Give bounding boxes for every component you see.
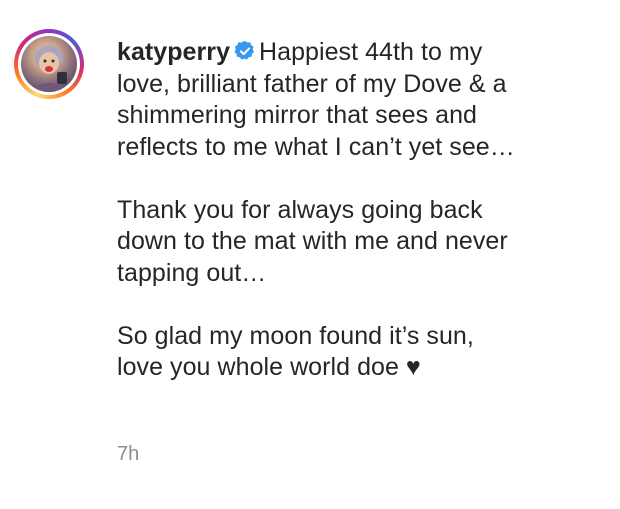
caption: katyperry Happiest 44th to my love, brill… [117,37,597,384]
avatar-story-ring[interactable] [14,29,84,99]
caption-paragraph-2: Thank you for always going back down to … [117,195,508,287]
avatar[interactable] [21,36,77,92]
instagram-caption-comment: katyperry Happiest 44th to my love, brill… [0,0,620,509]
username-link[interactable]: katyperry [117,38,230,66]
caption-paragraph-3: So glad my moon found it’s sun, love you… [117,321,474,382]
verified-badge-icon [234,40,255,60]
caption-paragraph-1: katyperry Happiest 44th to my love, brill… [117,37,597,163]
timestamp[interactable]: 7h [117,443,139,466]
avatar-portrait-icon [29,46,69,92]
